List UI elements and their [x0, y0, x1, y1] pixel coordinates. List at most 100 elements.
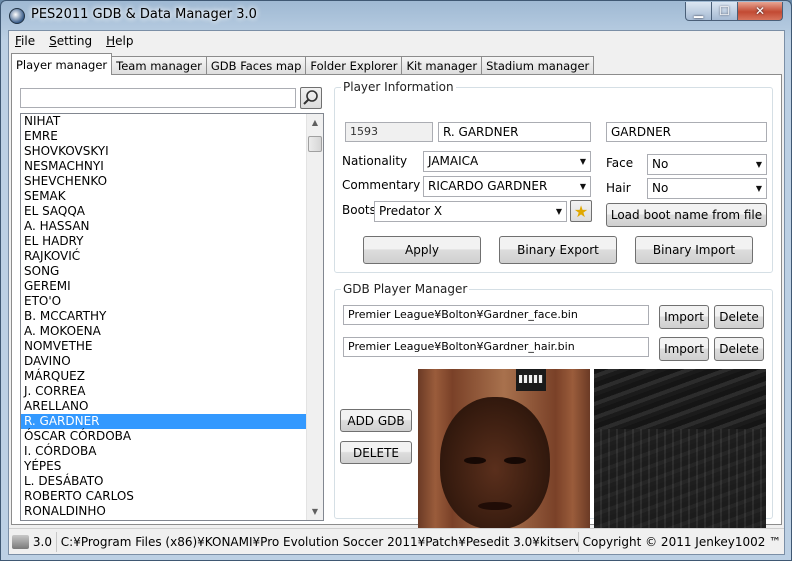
- chevron-down-icon: ▼: [579, 182, 586, 191]
- player-list-item[interactable]: J. CORREA: [21, 384, 323, 399]
- chevron-down-icon: ▼: [555, 207, 562, 216]
- face-bin-path-field[interactable]: Premier League¥Bolton¥Gardner_face.bin: [343, 305, 649, 325]
- status-bar: 3.0 C:¥Program Files (x86)¥KONAMI¥Pro Ev…: [9, 528, 784, 554]
- maximize-icon: ☐: [719, 4, 730, 18]
- menu-file[interactable]: File: [15, 34, 35, 48]
- player-list-item[interactable]: ROBERTO CARLOS: [21, 489, 323, 504]
- player-list-item[interactable]: NOMVETHE: [21, 339, 323, 354]
- player-list-item[interactable]: A. HASSAN: [21, 219, 323, 234]
- player-list-item[interactable]: SEMAK: [21, 189, 323, 204]
- player-list-item[interactable]: GEREMI: [21, 279, 323, 294]
- face-head-shape: [440, 397, 550, 529]
- search-button[interactable]: [300, 87, 322, 109]
- player-list-item[interactable]: ETO'O: [21, 294, 323, 309]
- tab-team-manager[interactable]: Team manager: [111, 56, 207, 75]
- player-list-item-selected[interactable]: R. GARDNER: [21, 414, 323, 429]
- player-name-field[interactable]: R. GARDNER: [438, 122, 591, 142]
- menu-file-label: ile: [21, 34, 36, 48]
- player-list-item[interactable]: EMRE: [21, 129, 323, 144]
- player-list-item[interactable]: SHEVCHENKO: [21, 174, 323, 189]
- hair-bin-path-field[interactable]: Premier League¥Bolton¥Gardner_hair.bin: [343, 337, 649, 357]
- menu-setting-accesskey: S: [49, 34, 57, 48]
- player-list-item[interactable]: A. MOKOENA: [21, 324, 323, 339]
- menu-help-accesskey: H: [106, 34, 116, 48]
- player-list-item[interactable]: ARELLANO: [21, 399, 323, 414]
- player-list-item[interactable]: I. CÓRDOBA: [21, 444, 323, 459]
- close-icon: ✕: [754, 4, 766, 18]
- tab-strip: Player manager Team manager GDB Faces ma…: [11, 53, 595, 75]
- app-icon[interactable]: [9, 8, 25, 24]
- player-manager-panel: NIHAT EMRE SHOVKOVSKYI NESMACHNYI SHEVCHENKO…: [11, 74, 782, 538]
- menu-help[interactable]: Help: [106, 34, 133, 48]
- player-list-item[interactable]: NIHAT: [21, 114, 323, 129]
- face-delete-button[interactable]: Delete: [714, 305, 764, 329]
- status-path: C:¥Program Files (x86)¥KONAMI¥Pro Evolut…: [57, 531, 579, 552]
- favorite-boot-button[interactable]: ★: [570, 200, 592, 222]
- menu-bar: File Setting Help: [9, 31, 784, 51]
- face-label: Face: [606, 156, 634, 170]
- star-icon: ★: [573, 201, 589, 221]
- hair-import-button[interactable]: Import: [659, 337, 709, 361]
- title-bar[interactable]: PES2011 GDB & Data Manager 3.0 ▁ ☐ ✕: [1, 1, 791, 30]
- maximize-button[interactable]: ☐: [711, 2, 738, 21]
- nationality-value: JAMAICA: [428, 154, 479, 168]
- player-list-item[interactable]: L. DESÁBATO: [21, 474, 323, 489]
- status-version: 3.0: [29, 531, 57, 552]
- teeth-texture: [516, 369, 546, 391]
- nationality-select[interactable]: JAMAICA ▼: [423, 151, 591, 172]
- load-boot-name-button[interactable]: Load boot name from file: [606, 203, 767, 227]
- player-list-item[interactable]: RAJKOVIĆ: [21, 249, 323, 264]
- commentary-value: RICARDO GARDNER: [428, 179, 548, 193]
- player-list-item[interactable]: RONALDINHO: [21, 504, 323, 519]
- binary-import-button[interactable]: Binary Import: [635, 236, 753, 264]
- face-select[interactable]: No ▼: [647, 154, 767, 175]
- scroll-thumb[interactable]: [308, 136, 322, 152]
- magnifier-icon: [303, 90, 318, 105]
- scroll-up-icon[interactable]: ▲: [307, 114, 323, 131]
- shirt-name-field[interactable]: GARDNER: [606, 122, 767, 142]
- player-list-item[interactable]: MÁRQUEZ: [21, 369, 323, 384]
- minimize-button[interactable]: ▁: [685, 2, 712, 21]
- player-list-item[interactable]: EL SAQQA: [21, 204, 323, 219]
- app-window: PES2011 GDB & Data Manager 3.0 ▁ ☐ ✕ Fil…: [0, 0, 792, 561]
- player-list-item[interactable]: SONG: [21, 264, 323, 279]
- commentary-label: Commentary: [342, 178, 421, 192]
- hair-delete-button[interactable]: Delete: [714, 337, 764, 361]
- apply-button[interactable]: Apply: [363, 236, 481, 264]
- boots-label: Boots: [342, 203, 376, 217]
- player-list-item[interactable]: SHOVKOVSKYI: [21, 144, 323, 159]
- hair-texture-preview: [594, 369, 766, 538]
- player-list-item[interactable]: NESMACHNYI: [21, 159, 323, 174]
- face-import-button[interactable]: Import: [659, 305, 709, 329]
- scroll-down-icon[interactable]: ▼: [307, 503, 323, 520]
- chevron-down-icon: ▼: [755, 160, 762, 169]
- player-list-items: NIHAT EMRE SHOVKOVSKYI NESMACHNYI SHEVCHENKO…: [21, 114, 323, 519]
- player-list-item[interactable]: ÓSCAR CÓRDOBA: [21, 429, 323, 444]
- close-button[interactable]: ✕: [737, 2, 783, 21]
- tab-gdb-faces-map[interactable]: GDB Faces map: [205, 56, 307, 75]
- player-list-item[interactable]: YÉPES: [21, 459, 323, 474]
- tab-folder-explorer[interactable]: Folder Explorer: [305, 56, 403, 75]
- player-list[interactable]: NIHAT EMRE SHOVKOVSKYI NESMACHNYI SHEVCHENKO…: [20, 113, 324, 521]
- menu-setting-label: etting: [56, 34, 93, 48]
- chevron-down-icon: ▼: [755, 184, 762, 193]
- player-information-legend: Player Information: [341, 80, 456, 94]
- player-list-scrollbar[interactable]: ▲ ▼: [306, 114, 323, 520]
- tab-stadium-manager[interactable]: Stadium manager: [481, 56, 595, 75]
- commentary-select[interactable]: RICARDO GARDNER ▼: [423, 176, 591, 197]
- menu-help-label: elp: [115, 34, 134, 48]
- binary-export-button[interactable]: Binary Export: [499, 236, 617, 264]
- delete-gdb-button[interactable]: DELETE: [340, 441, 412, 464]
- boots-select[interactable]: Predator X ▼: [374, 201, 567, 222]
- hair-value: No: [652, 181, 669, 195]
- tab-player-manager[interactable]: Player manager: [11, 53, 113, 75]
- tab-kit-manager[interactable]: Kit manager: [401, 56, 483, 75]
- menu-setting[interactable]: Setting: [49, 34, 92, 48]
- player-list-item[interactable]: EL HADRY: [21, 234, 323, 249]
- player-list-item[interactable]: DAVINO: [21, 354, 323, 369]
- face-mouth: [478, 502, 512, 510]
- add-gdb-button[interactable]: ADD GDB: [340, 409, 412, 432]
- player-list-item[interactable]: B. MCCARTHY: [21, 309, 323, 324]
- hair-select[interactable]: No ▼: [647, 178, 767, 199]
- player-search-input[interactable]: [20, 88, 296, 108]
